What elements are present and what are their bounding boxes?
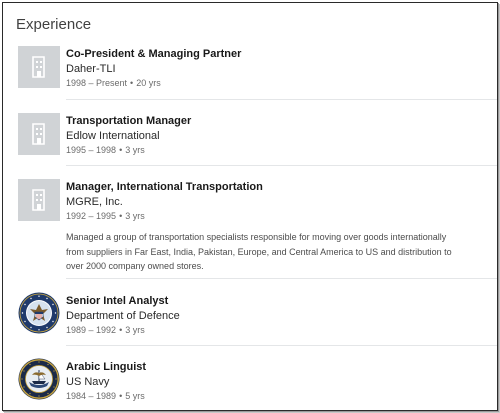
duration-text: 3 yrs [125,211,145,221]
department-of-defense-seal-icon[interactable] [18,292,60,334]
job-title[interactable]: Manager, International Transportation [66,180,487,195]
building-placeholder-icon [32,123,45,145]
separator-dot: • [119,391,123,401]
duration-text: 3 yrs [125,325,145,335]
job-title[interactable]: Co-President & Managing Partner [66,47,487,62]
date-range-text: 1989 – 1992 [66,325,117,335]
company-name[interactable]: Edlow International [66,129,487,144]
company-name[interactable]: US Navy [66,375,487,390]
date-range-text: 1984 – 1989 [66,391,117,401]
duration-text: 20 yrs [136,78,161,88]
us-navy-seal-icon[interactable] [18,358,60,400]
date-range: 1998 – Present • 20 yrs [66,77,487,90]
company-name[interactable]: Department of Defence [66,309,487,324]
experience-card: Experience Co-President & Managing Partn… [2,2,498,411]
date-range: 1992 – 1995 • 3 yrs [66,210,487,223]
duration-text: 5 yrs [125,391,145,401]
date-range-text: 1998 – Present [66,78,128,88]
company-name[interactable]: Daher-TLI [66,62,487,77]
building-placeholder-icon [32,56,45,78]
company-logo[interactable] [18,179,60,221]
separator-dot: • [119,325,123,335]
job-title[interactable]: Transportation Manager [66,114,487,129]
separator-dot: • [119,145,123,155]
divider [66,165,497,166]
divider [66,345,497,346]
date-range-text: 1992 – 1995 [66,211,117,221]
separator-dot: • [119,211,123,221]
job-description: Managed a group of transportation specia… [66,232,452,271]
separator-dot: • [130,78,134,88]
building-placeholder-icon [32,189,45,211]
date-range: 1989 – 1992 • 3 yrs [66,324,487,337]
company-logo[interactable] [18,46,60,88]
duration-text: 3 yrs [125,145,145,155]
company-logo[interactable] [18,113,60,155]
date-range-text: 1995 – 1998 [66,145,117,155]
company-name[interactable]: MGRE, Inc. [66,195,487,210]
date-range: 1995 – 1998 • 3 yrs [66,144,487,157]
date-range: 1984 – 1989 • 5 yrs [66,390,487,403]
job-title[interactable]: Arabic Linguist [66,360,487,375]
divider [66,278,497,279]
section-title: Experience [16,16,92,33]
divider [66,99,497,100]
job-title[interactable]: Senior Intel Analyst [66,294,487,309]
